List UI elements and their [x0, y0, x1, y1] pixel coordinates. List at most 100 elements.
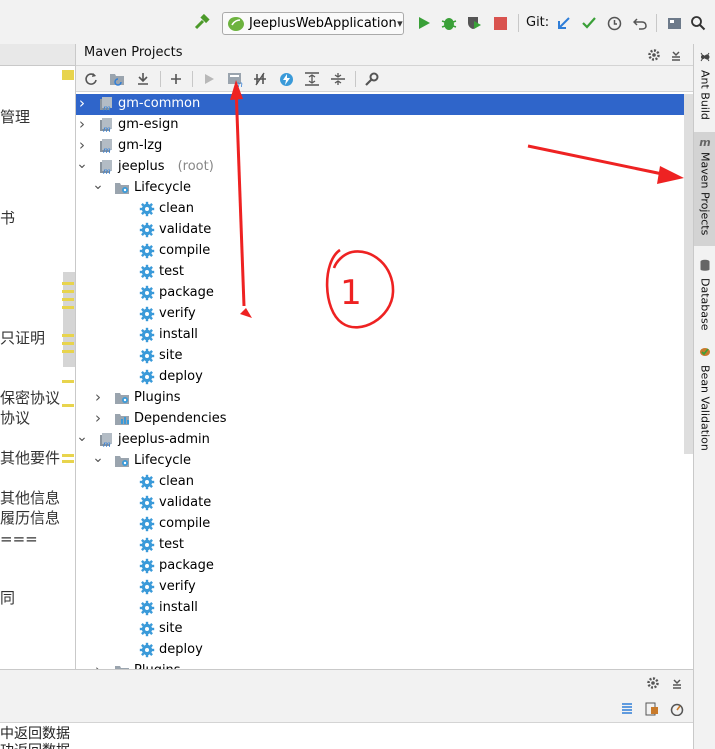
maven-goal-icon	[139, 600, 155, 616]
tree-row-goal[interactable]: deploy	[76, 367, 684, 388]
tree-row-folder[interactable]: ⌄ Lifecycle	[76, 177, 684, 199]
tree-row-goal[interactable]: verify	[76, 304, 684, 325]
tree-row-module[interactable]: › m gm-esign	[76, 115, 684, 136]
right-tool-window-bar: Ant Build m Maven Projects Database Bean…	[693, 44, 715, 749]
chevron-right-icon[interactable]: ›	[76, 136, 88, 154]
tree-row-folder[interactable]: ›Plugins	[76, 388, 684, 409]
run-maven-build-icon[interactable]	[199, 69, 219, 89]
hammer-icon[interactable]	[192, 13, 212, 33]
chevron-right-icon[interactable]: ›	[92, 409, 104, 427]
format-icon[interactable]	[617, 699, 637, 719]
chevron-down-icon[interactable]: ⌄	[92, 177, 104, 193]
svg-text:m: m	[103, 146, 111, 154]
add-icon[interactable]	[166, 69, 186, 89]
search-icon[interactable]	[688, 13, 708, 33]
maven-goal-icon	[139, 495, 155, 511]
vcs-commit-icon[interactable]	[579, 13, 599, 33]
tree-row-goal[interactable]: test	[76, 535, 684, 556]
tree-row-goal[interactable]: compile	[76, 514, 684, 535]
ant-build-tab[interactable]: Ant Build	[694, 48, 715, 120]
chevron-down-icon: ▾	[397, 17, 403, 30]
hide-panel-icon[interactable]	[667, 673, 687, 693]
svg-text:m: m	[235, 80, 243, 87]
tree-row-label: clean	[159, 201, 194, 216]
run-configuration-select[interactable]: JeeplusWebApplication ▾	[222, 12, 404, 35]
rollback-icon[interactable]	[630, 13, 650, 33]
tree-row-goal[interactable]: compile	[76, 241, 684, 262]
tree-row-module[interactable]: › m gm-common	[76, 94, 684, 115]
tree-row-folder[interactable]: ⌄ Lifecycle	[76, 450, 684, 472]
tree-row-goal[interactable]: install	[76, 325, 684, 346]
tree-row-deps[interactable]: › Dependencies	[76, 409, 684, 430]
chevron-down-icon[interactable]: ⌄	[92, 450, 104, 466]
tree-row-label: package	[159, 558, 214, 573]
maven-projects-tab[interactable]: m Maven Projects	[694, 132, 715, 246]
dependencies-icon	[114, 411, 130, 427]
tree-row-goal[interactable]: validate	[76, 220, 684, 241]
stop-icon[interactable]	[490, 13, 510, 33]
tree-row-label: test	[159, 537, 184, 552]
vcs-update-icon[interactable]	[554, 13, 574, 33]
maven-projects-panel: Maven Projects m › m gm-common › m gm-es…	[75, 44, 694, 669]
maven-goal-icon	[139, 369, 155, 385]
hide-panel-icon[interactable]	[666, 45, 686, 65]
chevron-right-icon[interactable]: ›	[76, 115, 88, 133]
download-icon[interactable]	[133, 69, 153, 89]
tree-row-goal[interactable]: package	[76, 283, 684, 304]
tree-row-folder[interactable]: ›Plugins	[76, 661, 684, 669]
tree-row-goal[interactable]: test	[76, 262, 684, 283]
chevron-right-icon[interactable]: ›	[92, 388, 104, 406]
tree-row-goal[interactable]: clean	[76, 472, 684, 493]
bean-validation-tab[interactable]: Bean Validation	[694, 343, 715, 451]
gear-icon[interactable]	[644, 45, 664, 65]
coverage-icon[interactable]	[464, 13, 484, 33]
tree-row-goal[interactable]: validate	[76, 493, 684, 514]
view-options-icon[interactable]	[642, 699, 662, 719]
tree-row-label: jeeplus	[118, 159, 165, 174]
tree-row-goal[interactable]: site	[76, 619, 684, 640]
chevron-down-icon[interactable]: ⌄	[76, 156, 88, 172]
gear-icon[interactable]	[643, 673, 663, 693]
show-dependencies-icon[interactable]	[302, 69, 322, 89]
toggle-offline-icon[interactable]	[250, 69, 270, 89]
execute-goal-icon[interactable]: m	[225, 69, 245, 89]
collapse-all-icon[interactable]	[328, 69, 348, 89]
database-icon	[699, 256, 711, 275]
tree-row-goal[interactable]: package	[76, 556, 684, 577]
history-icon[interactable]	[604, 13, 624, 33]
chevron-right-icon[interactable]: ›	[76, 94, 88, 112]
maven-goal-icon	[139, 558, 155, 574]
svg-text:m: m	[103, 104, 111, 112]
maven-settings-icon[interactable]	[361, 69, 381, 89]
chevron-right-icon[interactable]: ›	[92, 661, 104, 669]
reimport-icon[interactable]	[81, 69, 101, 89]
tree-row-label: Lifecycle	[134, 453, 192, 468]
tree-row-goal[interactable]: verify	[76, 577, 684, 598]
run-icon[interactable]	[414, 13, 434, 33]
tree-row-label: verify	[159, 579, 196, 594]
tree-row-goal[interactable]: deploy	[76, 640, 684, 661]
tree-row-module[interactable]: › m gm-lzg	[76, 136, 684, 157]
editor-text-line: 其他信息	[0, 489, 61, 507]
tree-row-goal[interactable]: install	[76, 598, 684, 619]
gauge-icon[interactable]	[667, 699, 687, 719]
project-structure-icon[interactable]	[664, 13, 684, 33]
debug-icon[interactable]	[439, 13, 459, 33]
tree-row-label: deploy	[159, 369, 203, 384]
maven-goal-icon	[139, 537, 155, 553]
git-label: Git:	[526, 15, 550, 30]
tree-row-module[interactable]: ⌄ m jeeplus-admin	[76, 429, 684, 451]
tree-row-label: gm-common	[118, 96, 201, 111]
generate-sources-icon[interactable]	[107, 69, 127, 89]
tree-row-goal[interactable]: site	[76, 346, 684, 367]
maven-goal-icon	[139, 621, 155, 637]
folder-icon	[114, 453, 130, 469]
tree-row-label: gm-esign	[118, 117, 179, 132]
tree-row-goal[interactable]: clean	[76, 199, 684, 220]
tree-row-module[interactable]: ⌄ m jeeplus (root)	[76, 156, 684, 178]
database-tab[interactable]: Database	[694, 256, 715, 331]
editor-text-line: 同	[0, 589, 16, 607]
tree-row-label: install	[159, 600, 198, 615]
skip-tests-icon[interactable]	[276, 69, 296, 89]
chevron-down-icon[interactable]: ⌄	[76, 429, 88, 445]
